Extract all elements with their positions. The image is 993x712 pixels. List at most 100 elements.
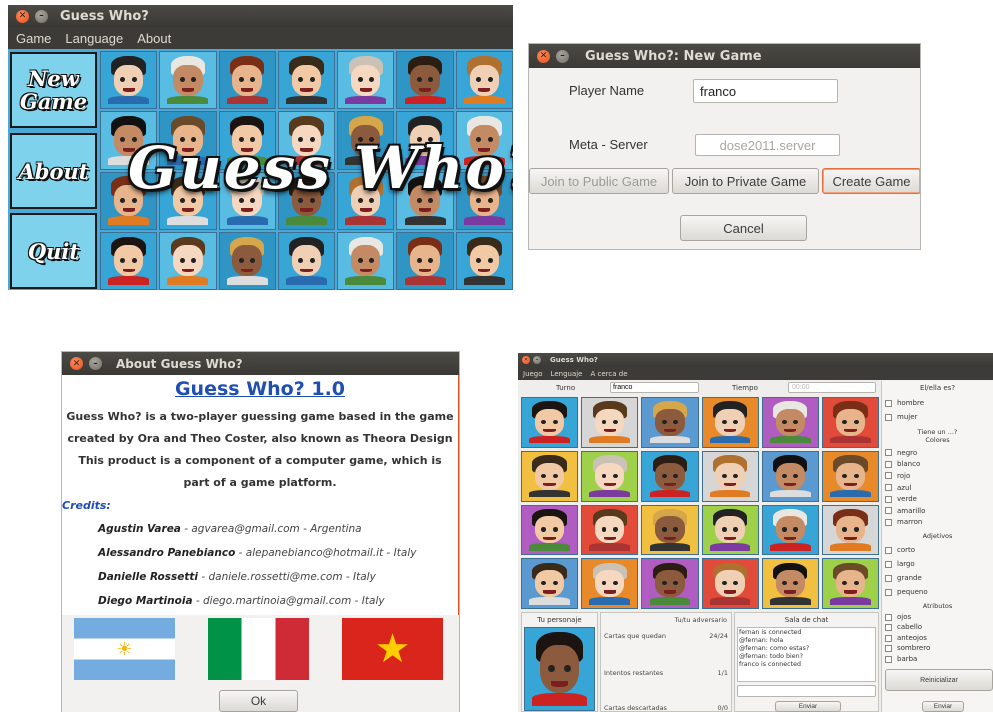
character-card[interactable] bbox=[581, 397, 639, 448]
option-checkbox[interactable]: azul bbox=[885, 482, 990, 494]
join-private-button[interactable]: Join to Private Game bbox=[672, 168, 819, 194]
character-card[interactable] bbox=[100, 231, 158, 290]
character-card[interactable] bbox=[396, 231, 454, 290]
character-card[interactable] bbox=[701, 397, 759, 448]
checkbox-icon[interactable] bbox=[885, 399, 892, 407]
menu-game[interactable]: Game bbox=[16, 31, 51, 46]
character-card[interactable] bbox=[761, 558, 819, 609]
cancel-button[interactable]: Cancel bbox=[680, 215, 807, 241]
character-card[interactable] bbox=[641, 558, 699, 609]
character-card[interactable] bbox=[521, 397, 579, 448]
option-checkbox[interactable]: marron bbox=[885, 517, 990, 529]
character-card[interactable] bbox=[701, 558, 759, 609]
checkbox-icon[interactable] bbox=[885, 507, 892, 515]
create-game-button[interactable]: Create Game bbox=[822, 168, 920, 194]
checkbox-icon[interactable] bbox=[885, 634, 892, 642]
option-checkbox[interactable]: anteojos bbox=[885, 633, 990, 644]
option-checkbox[interactable]: largo bbox=[885, 557, 990, 571]
character-card[interactable] bbox=[521, 558, 579, 609]
send-button[interactable]: Enviar bbox=[922, 701, 964, 712]
character-card[interactable] bbox=[159, 51, 217, 110]
close-icon[interactable]: ✕ bbox=[522, 356, 530, 364]
checkbox-icon[interactable] bbox=[885, 588, 892, 596]
checkbox-icon[interactable] bbox=[885, 518, 892, 526]
option-checkbox[interactable]: grande bbox=[885, 571, 990, 585]
character-card[interactable] bbox=[761, 450, 819, 502]
character-card[interactable] bbox=[521, 450, 579, 502]
character-card[interactable] bbox=[641, 450, 699, 502]
character-card[interactable] bbox=[821, 558, 879, 609]
menu-juego[interactable]: Juego bbox=[523, 370, 543, 378]
menu-acerca[interactable]: A cerca de bbox=[591, 370, 628, 378]
option-checkbox[interactable]: pequeno bbox=[885, 585, 990, 599]
checkbox-icon[interactable] bbox=[885, 574, 892, 582]
chat-input[interactable] bbox=[737, 685, 876, 697]
menu-about[interactable]: About bbox=[137, 31, 171, 46]
option-checkbox[interactable]: corto bbox=[885, 543, 990, 557]
character-card[interactable] bbox=[455, 231, 513, 290]
about-scrollbar[interactable] bbox=[458, 375, 459, 615]
option-checkbox[interactable]: rojo bbox=[885, 470, 990, 482]
option-checkbox[interactable]: ojos bbox=[885, 612, 990, 623]
close-icon[interactable]: ✕ bbox=[70, 357, 83, 370]
character-card[interactable] bbox=[159, 231, 217, 290]
checkbox-icon[interactable] bbox=[885, 413, 892, 421]
checkbox-icon[interactable] bbox=[885, 495, 892, 503]
character-card[interactable] bbox=[581, 558, 639, 609]
checkbox-icon[interactable] bbox=[885, 655, 892, 663]
minimize-icon[interactable]: – bbox=[533, 356, 541, 364]
character-card[interactable] bbox=[455, 51, 513, 110]
option-checkbox[interactable]: verde bbox=[885, 493, 990, 505]
player-name-input[interactable]: franco bbox=[693, 79, 838, 103]
option-checkbox[interactable]: negro bbox=[885, 447, 990, 459]
about-button[interactable]: About bbox=[10, 133, 97, 209]
close-icon[interactable]: ✕ bbox=[16, 9, 29, 23]
checkbox-icon[interactable] bbox=[885, 624, 892, 632]
checkbox-icon[interactable] bbox=[885, 484, 892, 492]
character-card[interactable] bbox=[701, 504, 759, 556]
minimize-icon[interactable]: – bbox=[35, 9, 48, 23]
character-card[interactable] bbox=[337, 51, 395, 110]
character-card[interactable] bbox=[100, 51, 158, 110]
character-card[interactable] bbox=[337, 231, 395, 290]
character-card[interactable] bbox=[581, 450, 639, 502]
character-card[interactable] bbox=[641, 397, 699, 448]
character-card[interactable] bbox=[821, 450, 879, 502]
join-public-button[interactable]: Join to Public Game bbox=[529, 168, 669, 194]
checkbox-icon[interactable] bbox=[885, 645, 892, 653]
option-checkbox[interactable]: amarillo bbox=[885, 505, 990, 517]
character-card[interactable] bbox=[701, 450, 759, 502]
checkbox-icon[interactable] bbox=[885, 613, 892, 621]
checkbox-icon[interactable] bbox=[885, 449, 892, 457]
checkbox-icon[interactable] bbox=[885, 546, 892, 554]
ok-button[interactable]: Ok bbox=[219, 690, 298, 712]
new-game-button[interactable]: New Game bbox=[10, 52, 97, 128]
character-card[interactable] bbox=[396, 51, 454, 110]
character-card[interactable] bbox=[821, 504, 879, 556]
option-checkbox[interactable]: barba bbox=[885, 654, 990, 665]
option-checkbox[interactable]: blanco bbox=[885, 459, 990, 471]
option-checkbox[interactable]: hombre bbox=[885, 396, 990, 410]
chat-send-button[interactable]: Enviar bbox=[775, 701, 841, 712]
character-card[interactable] bbox=[581, 504, 639, 556]
reset-button[interactable]: Reinicializar bbox=[885, 669, 993, 691]
character-card[interactable] bbox=[277, 51, 336, 110]
checkbox-icon[interactable] bbox=[885, 472, 892, 480]
minimize-icon[interactable]: – bbox=[556, 49, 569, 63]
character-card[interactable] bbox=[218, 231, 276, 290]
menu-lenguaje[interactable]: Lenguaje bbox=[551, 370, 583, 378]
character-card[interactable] bbox=[521, 504, 579, 556]
character-card[interactable] bbox=[218, 51, 276, 110]
option-checkbox[interactable]: cabello bbox=[885, 623, 990, 634]
character-card[interactable] bbox=[761, 397, 819, 448]
close-icon[interactable]: ✕ bbox=[537, 49, 550, 63]
character-card[interactable] bbox=[761, 504, 819, 556]
character-card[interactable] bbox=[641, 504, 699, 556]
option-checkbox[interactable]: sombrero bbox=[885, 644, 990, 655]
minimize-icon[interactable]: – bbox=[89, 357, 102, 370]
checkbox-icon[interactable] bbox=[885, 460, 892, 468]
menu-language[interactable]: Language bbox=[65, 31, 123, 46]
checkbox-icon[interactable] bbox=[885, 560, 892, 568]
option-checkbox[interactable]: mujer bbox=[885, 410, 990, 424]
quit-button[interactable]: Quit bbox=[10, 213, 97, 289]
